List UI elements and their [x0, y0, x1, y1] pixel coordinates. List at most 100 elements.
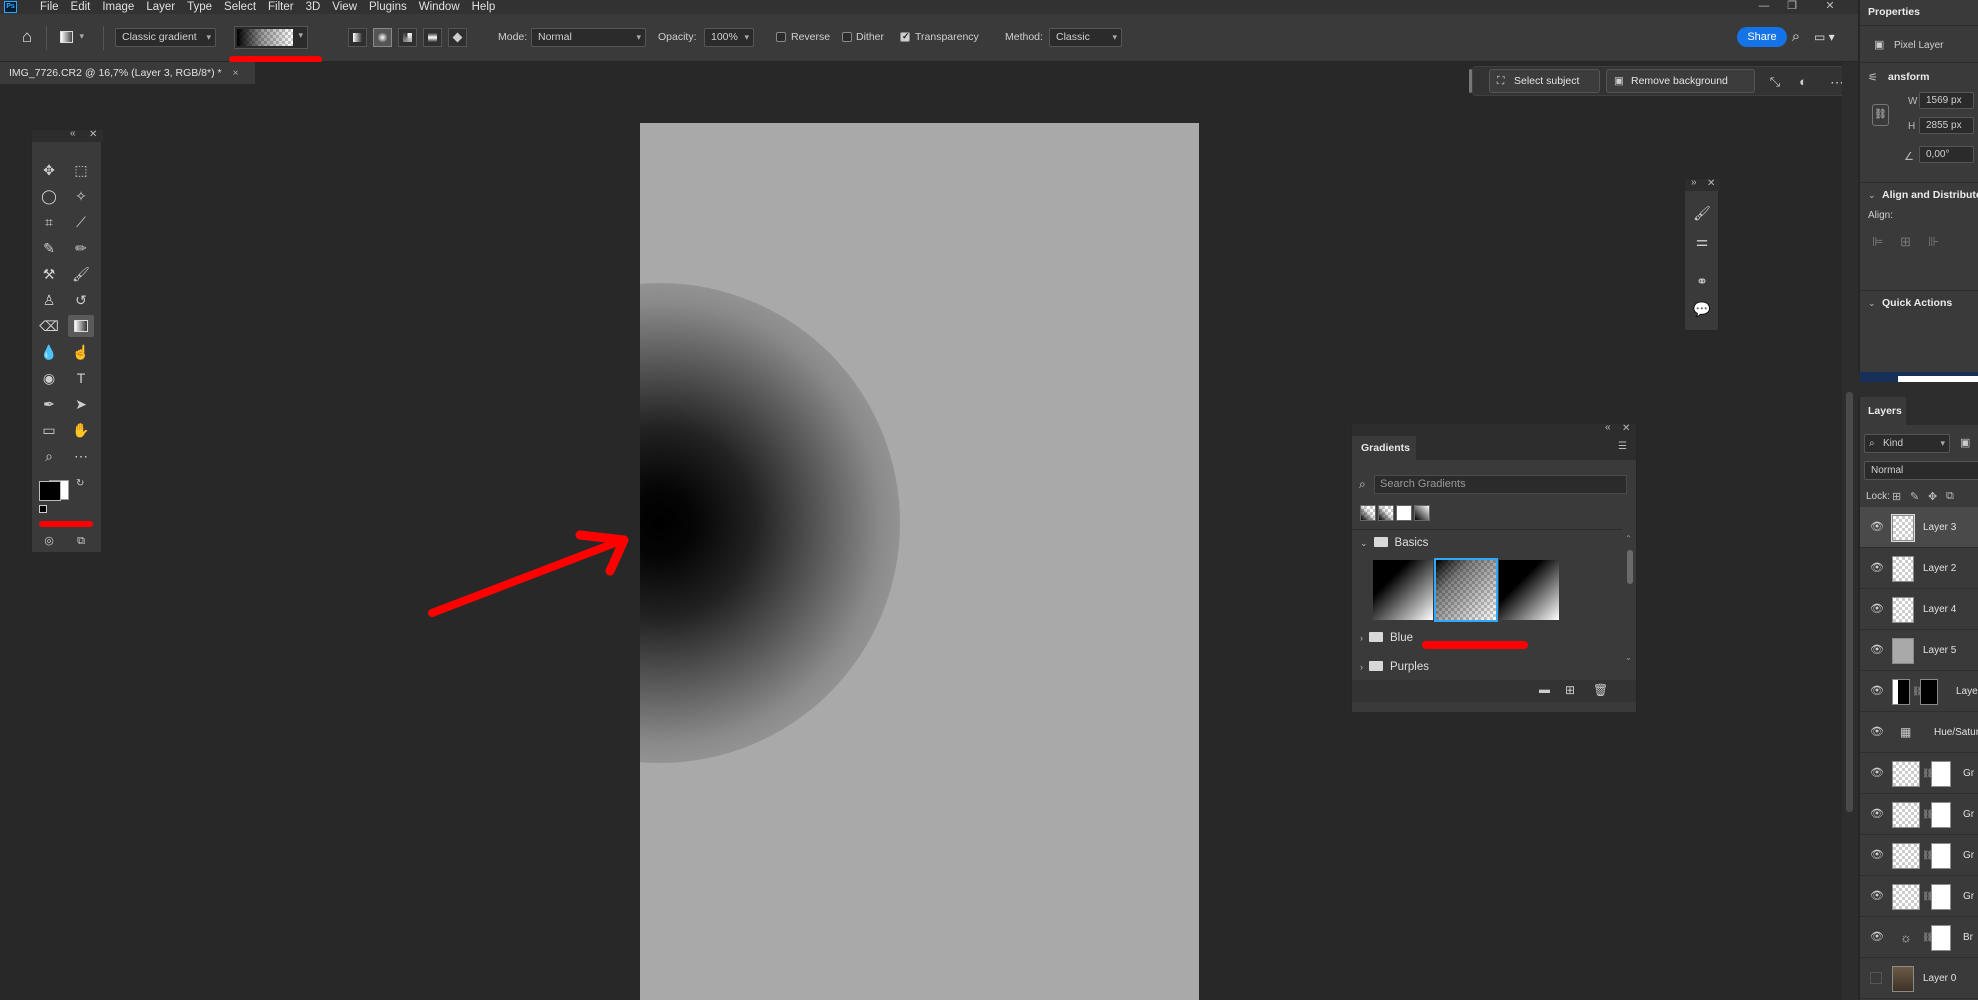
path-selection-tool-icon[interactable]: ➤ — [68, 393, 94, 415]
folder-basics[interactable]: ⌄ Basics — [1360, 532, 1620, 554]
menu-edit[interactable]: Edit — [65, 0, 97, 14]
height-input[interactable]: 2855 px — [1919, 117, 1974, 134]
menu-filter[interactable]: Filter — [262, 0, 300, 14]
align-center-icon[interactable]: ⊞ — [1900, 234, 1911, 250]
method-select[interactable]: Classic ▾ — [1049, 28, 1122, 47]
type-tool-icon[interactable]: T — [68, 367, 94, 389]
search-icon[interactable]: ⌕ — [1786, 27, 1806, 47]
menu-select[interactable]: Select — [218, 0, 262, 14]
foreground-color-swatch[interactable] — [39, 481, 61, 501]
chevron-down-icon[interactable]: ⌄ — [1868, 298, 1876, 309]
collapse-icon[interactable]: « — [70, 128, 76, 139]
workspace-icon[interactable]: ▭ ▾ — [1814, 27, 1844, 47]
blur-tool-icon[interactable]: 💧 — [36, 341, 62, 363]
menu-window[interactable]: Window — [413, 0, 466, 14]
visibility-eye-icon[interactable]: 👁 — [1870, 589, 1884, 630]
remove-background-button[interactable]: ▣ Remove background — [1606, 69, 1755, 93]
layer-row[interactable]: 👁 Layer 2 — [1860, 548, 1978, 589]
menu-layer[interactable]: Layer — [140, 0, 181, 14]
menu-image[interactable]: Image — [96, 0, 140, 14]
layer-row[interactable]: 👁 ⛓ Gr — [1860, 753, 1978, 794]
visibility-eye-icon[interactable]: 👁 — [1870, 753, 1884, 794]
menu-type[interactable]: Type — [181, 0, 218, 14]
clone-source-icon[interactable]: ⚭ — [1689, 270, 1715, 292]
layer-row[interactable]: 👁 ☼ ⛓ Br — [1860, 917, 1978, 958]
document-canvas[interactable] — [640, 123, 1199, 1000]
menu-help[interactable]: Help — [466, 0, 502, 14]
new-gradient-icon[interactable]: ⊞ — [1565, 683, 1575, 697]
layer-row[interactable]: 👁 ⛓ Gr — [1860, 835, 1978, 876]
chevron-up-icon[interactable]: ⌃ — [1625, 534, 1632, 543]
align-left-icon[interactable]: ⊫ — [1872, 234, 1883, 250]
layer-row[interactable]: 👁 ⛓ Laye — [1860, 671, 1978, 712]
recent-gradient-swatch[interactable] — [1360, 505, 1376, 521]
layer-row[interactable]: 👁 Layer 3 — [1860, 507, 1978, 548]
chevron-down-icon[interactable]: ⌄ — [1625, 653, 1632, 662]
opacity-input[interactable]: 100% ▾ — [704, 28, 754, 47]
gradient-search-input[interactable]: Search Gradients — [1374, 475, 1627, 494]
healing-brush-tool-icon[interactable]: ✎ — [36, 237, 62, 259]
dither-checkbox[interactable] — [842, 32, 852, 42]
swap-colors-icon[interactable]: ↻ — [76, 478, 84, 489]
lock-artboard-icon[interactable]: ⧉ — [1946, 490, 1954, 503]
panel-header[interactable]: « ✕ — [1352, 422, 1636, 436]
lock-position-icon[interactable]: ✥ — [1928, 490, 1937, 503]
close-icon[interactable]: ✕ — [1816, 0, 1844, 14]
visibility-eye-icon[interactable]: 👁 — [1870, 630, 1884, 671]
move-tool-icon[interactable]: ✥ — [36, 159, 62, 181]
collapse-icon[interactable]: « — [1605, 422, 1611, 433]
mode-select[interactable]: Normal ▾ — [531, 28, 646, 47]
pen-tool-icon[interactable]: ✒ — [36, 393, 62, 415]
close-icon[interactable]: ✕ — [1707, 178, 1715, 189]
gradient-swatch-black-to-white[interactable] — [1499, 560, 1559, 620]
stamp-tool-icon[interactable]: ♙ — [36, 289, 62, 311]
angle-input[interactable]: 0,00° — [1919, 146, 1974, 163]
quick-mask-icon[interactable]: ◎ — [36, 530, 62, 552]
transparency-checkbox[interactable] — [900, 31, 910, 42]
share-button[interactable]: Share — [1737, 27, 1787, 47]
eyedropper-tool-icon[interactable]: ⟋ — [68, 211, 94, 233]
rectangle-tool-icon[interactable]: ▭ — [36, 419, 62, 441]
clone-stamp-tool-icon[interactable]: ⚒ — [36, 263, 62, 285]
chevron-down-icon[interactable]: ⌄ — [1868, 190, 1876, 201]
align-right-icon[interactable]: ⊪ — [1928, 234, 1939, 250]
gradient-swatch-foreground-to-background[interactable] — [1373, 560, 1433, 620]
visibility-eye-icon[interactable]: 👁 — [1870, 548, 1884, 589]
tab-gradients[interactable]: Gradients — [1352, 436, 1416, 460]
tab-layers[interactable]: Layers — [1860, 397, 1906, 425]
comments-icon[interactable]: 💬 — [1689, 298, 1715, 320]
reverse-checkbox[interactable] — [776, 32, 786, 42]
menu-plugins[interactable]: Plugins — [363, 0, 413, 14]
default-colors-icon[interactable] — [39, 505, 47, 513]
layer-row[interactable]: 👁 ⛓ Gr — [1860, 876, 1978, 917]
magic-wand-tool-icon[interactable]: ✧ — [68, 185, 94, 207]
brush-tool-icon[interactable]: 🖌 — [68, 263, 94, 285]
screen-mode-icon[interactable]: ⧉ — [68, 530, 94, 552]
menu-file[interactable]: File — [34, 0, 65, 14]
align-section-title[interactable]: Align and Distribute — [1882, 189, 1978, 201]
filter-pixel-icon[interactable]: ▣ — [1960, 436, 1970, 449]
document-tab[interactable]: IMG_7726.CR2 @ 16,7% (Layer 3, RGB/8*) *… — [0, 62, 255, 84]
gradient-picker[interactable]: ▾ — [234, 26, 308, 49]
close-icon[interactable]: ✕ — [1622, 423, 1630, 434]
crop-tool-icon[interactable]: ⌗ — [36, 211, 62, 233]
zoom-tool-icon[interactable]: ⌕ — [36, 445, 62, 467]
eraser-tool-icon[interactable]: ⌫ — [36, 315, 62, 337]
layer-row[interactable]: 👁 ⛓ Gr — [1860, 794, 1978, 835]
menu-3d[interactable]: 3D — [300, 0, 327, 14]
expand-icon[interactable]: » — [1691, 177, 1697, 188]
history-brush-tool-icon[interactable]: ↺ — [68, 289, 94, 311]
marquee-tool-icon[interactable]: ⬚ — [68, 159, 94, 181]
visibility-eye-icon[interactable]: 👁 — [1870, 876, 1884, 917]
lock-transparent-icon[interactable]: ⊞ — [1892, 490, 1901, 503]
layer-row[interactable]: 👁 Layer 5 — [1860, 630, 1978, 671]
gradient-type-select[interactable]: Classic gradient ▾ — [115, 28, 216, 47]
close-icon[interactable]: ✕ — [89, 129, 97, 140]
blend-mode-select[interactable]: Normal — [1864, 461, 1978, 480]
smudge-tool-icon[interactable]: ☝ — [68, 341, 94, 363]
reflected-gradient-button[interactable] — [423, 28, 442, 47]
radial-gradient-button[interactable] — [373, 28, 392, 47]
quick-actions-title[interactable]: Quick Actions — [1882, 297, 1952, 309]
layer-filter-select[interactable]: ⌕ Kind ▾ — [1864, 434, 1950, 453]
recent-gradient-swatch[interactable] — [1378, 505, 1394, 521]
